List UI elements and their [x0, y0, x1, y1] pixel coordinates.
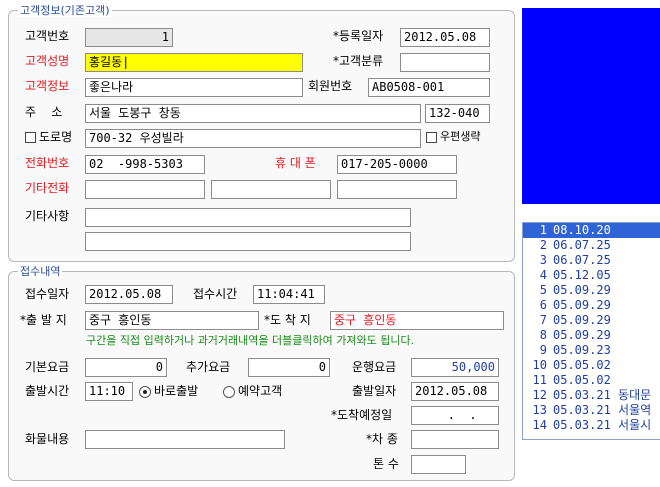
other-phone-label: 기타전화 — [25, 181, 70, 195]
history-row[interactable]: 4 05.12.05 — [523, 268, 660, 283]
depart-date-field[interactable]: 2012.05.08 — [411, 382, 499, 401]
customer-category-field[interactable] — [400, 53, 490, 72]
history-row[interactable]: 9 05.09.23 — [523, 343, 660, 358]
history-row[interactable]: 11 05.05.02 — [523, 373, 660, 388]
history-list[interactable]: 1 08.10.20 2 06.07.25 3 06.07.25 4 05.12.05 … — [522, 222, 660, 440]
phone-field[interactable]: 02 -998-5303 — [85, 155, 205, 174]
history-row[interactable]: 6 05.09.29 — [523, 298, 660, 313]
cargo-label: 화물내용 — [25, 432, 70, 446]
other-phone-field-2[interactable] — [211, 180, 331, 199]
history-row[interactable]: 10 05.05.02 — [523, 358, 660, 373]
history-row[interactable]: 13 05.03.21 서울역 — [523, 403, 660, 418]
receipt-date-field[interactable]: 2012.05.08 — [85, 285, 173, 304]
photo-panel — [522, 8, 660, 204]
history-row[interactable]: 8 05.09.29 — [523, 328, 660, 343]
history-row[interactable]: 14 05.03.21 서울시 — [523, 418, 660, 433]
mobile-field[interactable]: 017-205-0000 — [337, 155, 457, 174]
other-phone-field-3[interactable] — [337, 180, 457, 199]
customer-category-label: *고객분류 — [333, 54, 384, 68]
customer-id-field[interactable]: 1 — [85, 28, 173, 47]
vehicle-label: *차 종 — [366, 432, 398, 446]
address-label: 주 소 — [25, 105, 63, 119]
postal-omit-checkbox[interactable] — [426, 132, 437, 143]
depart-time-field[interactable]: 11:10 — [85, 382, 133, 401]
notes-field-1[interactable] — [85, 208, 411, 227]
customer-info-legend: 고객정보(기존고객) — [18, 4, 112, 17]
route-hint-text: 구간을 직접 입력하거나 과거거래내역을 더블클릭하여 가져와도 됩니다. — [86, 334, 415, 347]
reg-date-field[interactable]: 2012.05.08 — [400, 28, 490, 47]
reserve-label: 예약고객 — [238, 384, 283, 398]
base-fee-label: 기본요금 — [25, 360, 70, 374]
address-field[interactable]: 서울 도봉구 창동 — [85, 104, 421, 123]
eta-field[interactable]: . . — [411, 406, 499, 425]
receipt-time-field[interactable]: 11:04:41 — [253, 285, 325, 304]
tonnage-label: 톤 수 — [373, 457, 399, 471]
mobile-label: 휴 대 폰 — [275, 156, 316, 170]
other-phone-field-1[interactable] — [85, 180, 205, 199]
postal-code-field[interactable]: 132-040 — [425, 104, 490, 123]
eta-label: *도착예정일 — [331, 408, 393, 422]
member-no-field[interactable]: AB0508-001 — [368, 78, 490, 97]
fare-label: 운행요금 — [352, 360, 397, 374]
receipt-date-label: 접수일자 — [25, 287, 70, 301]
depart-time-label: 출발시간 — [25, 384, 70, 398]
customer-info-label: 고객정보 — [25, 79, 70, 93]
immediate-radio[interactable] — [139, 386, 151, 398]
arrive-field[interactable]: 중구 흥인동 — [330, 311, 504, 330]
fare-field[interactable]: 50,000 — [411, 358, 499, 377]
cargo-field[interactable] — [85, 430, 285, 449]
phone-label: 전화번호 — [25, 156, 70, 170]
depart-label: *출 발 지 — [20, 313, 67, 327]
customer-name-field[interactable]: 홍길동| — [85, 53, 303, 72]
road-address-field[interactable]: 700-32 우성빌라 — [85, 129, 421, 148]
immediate-label: 바로출발 — [154, 384, 199, 398]
history-row[interactable]: 5 05.09.29 — [523, 283, 660, 298]
base-fee-field[interactable]: 0 — [85, 358, 167, 377]
history-row[interactable]: 7 05.09.29 — [523, 313, 660, 328]
history-row[interactable]: 2 06.07.25 — [523, 238, 660, 253]
road-name-checkbox[interactable] — [25, 132, 36, 143]
depart-field[interactable]: 중구 흥인동 — [85, 311, 259, 330]
extra-fee-field[interactable]: 0 — [248, 358, 330, 377]
history-row[interactable]: 12 05.03.21 동대문 — [523, 388, 660, 403]
customer-id-label: 고객번호 — [25, 29, 70, 43]
vehicle-field[interactable] — [411, 430, 499, 449]
receipt-time-label: 접수시간 — [193, 287, 238, 301]
customer-name-label: 고객성명 — [25, 54, 70, 68]
notes-field-2[interactable] — [85, 232, 411, 251]
road-name-label: 도로명 — [39, 130, 73, 144]
reserve-radio[interactable] — [223, 386, 235, 398]
notes-label: 기타사항 — [25, 209, 70, 223]
extra-fee-label: 추가요금 — [186, 360, 231, 374]
arrive-label: *도 착 지 — [264, 313, 311, 327]
history-row[interactable]: 3 06.07.25 — [523, 253, 660, 268]
member-no-label: 회원번호 — [308, 79, 353, 93]
customer-info-field[interactable]: 좋은나라 — [85, 78, 303, 97]
tonnage-field[interactable] — [411, 455, 466, 474]
history-row[interactable]: 1 08.10.20 — [523, 223, 660, 238]
receipt-legend: 접수내역 — [18, 265, 63, 278]
postal-omit-label: 우편생략 — [440, 130, 481, 143]
reg-date-label: *등록일자 — [333, 29, 384, 43]
depart-date-label: 출발일자 — [352, 384, 397, 398]
